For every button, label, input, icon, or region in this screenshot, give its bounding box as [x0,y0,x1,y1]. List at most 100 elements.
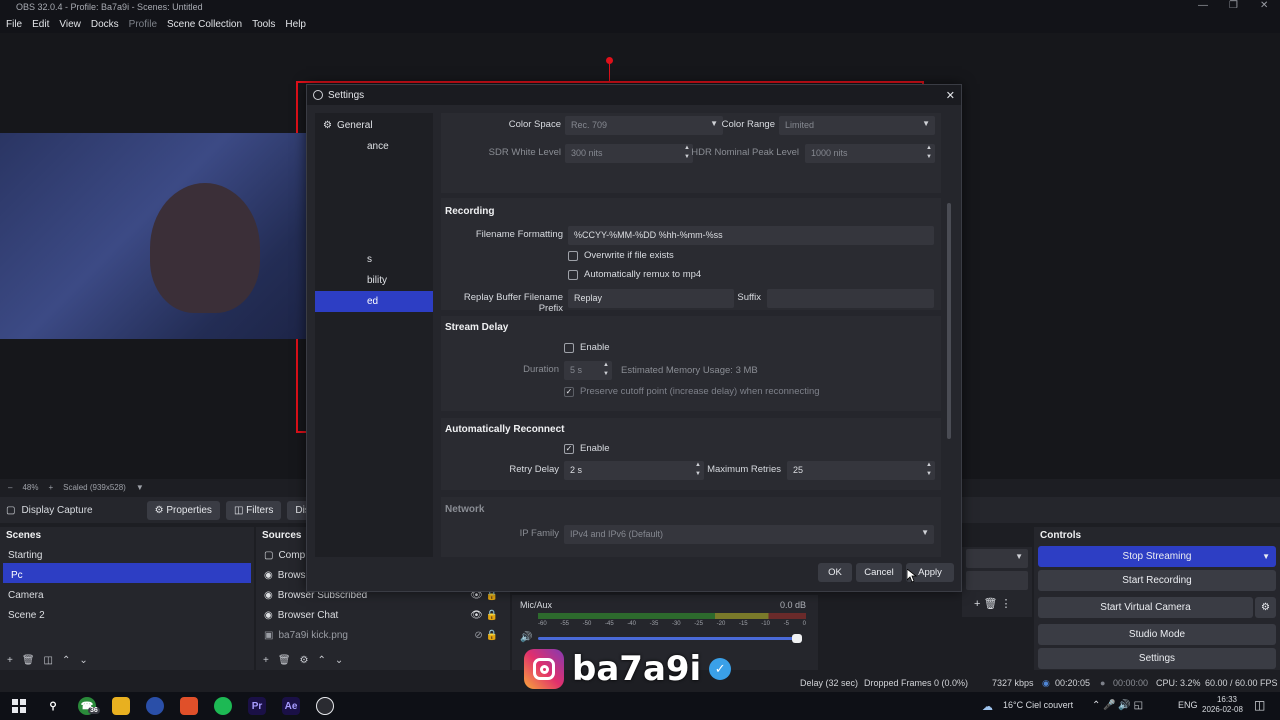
filename-formatting-input[interactable]: %CCYY-%MM-%DD %hh-%mm-%ss [568,226,934,245]
menu-scene-collection[interactable]: Scene Collection [167,19,242,30]
stream-icon: ◉ [1042,678,1050,688]
chrome-icon[interactable] [146,697,164,715]
nav-general[interactable]: ⚙ General [315,115,433,136]
zoom-in-icon[interactable]: + [48,483,53,492]
scene-item[interactable]: Scene 2 [0,603,254,623]
stream-delay-enable-checkbox[interactable]: Enable [564,342,610,353]
nav-advanced[interactable]: ed [315,291,433,312]
meter-tick: -60 [538,621,547,627]
eye-hidden-icon[interactable]: ⊘ 🔒 [474,630,498,641]
scene-item[interactable]: Pc [3,563,251,583]
menu-profile[interactable]: Profile [129,19,157,30]
stop-streaming-button[interactable]: Stop Streaming ▼ [1038,546,1276,567]
color-range-select[interactable]: Limited ▼ [779,116,935,135]
volume-slider-handle[interactable] [792,634,802,643]
gear-icon[interactable]: ⚙ [1255,597,1276,618]
nav-hotkeys[interactable]: s [315,249,433,270]
record-time: 00:00:00 [1113,678,1149,688]
cloud-icon: ☁ [982,701,993,713]
overwrite-checkbox[interactable]: Overwrite if file exists [568,250,674,261]
sdr-white-spinbox[interactable]: 300 nits ▲ ▼ [565,144,693,163]
minimize-icon[interactable]: — [1198,0,1208,11]
chevron-down-icon: ▼ [921,528,929,537]
start-virtual-camera-button[interactable]: Start Virtual Camera [1038,597,1253,618]
reconnect-enable-checkbox[interactable]: ✓ Enable [564,443,610,454]
properties-button[interactable]: ⚙ Properties [146,500,220,520]
language-indicator[interactable]: ENG [1178,700,1198,710]
premiere-icon[interactable]: Pr [248,697,266,715]
remux-label: Automatically remux to mp4 [584,269,702,280]
suffix-input[interactable] [767,289,934,308]
close-icon[interactable]: ✕ [946,89,955,102]
filter-icon[interactable]: ◫ [44,655,53,666]
settings-button[interactable]: Settings [1038,648,1276,669]
filters-button[interactable]: ◫ Filters [225,500,282,520]
cancel-button[interactable]: Cancel [856,563,902,582]
arrow-down-icon[interactable]: ⌄ [79,655,87,666]
trash-icon[interactable]: 🗑 [278,655,291,666]
maximize-icon[interactable]: ❐ [1229,0,1238,11]
suffix-label: Suffix [737,292,761,303]
spotify-icon[interactable] [214,697,232,715]
after-effects-icon[interactable]: Ae [282,697,300,715]
preserve-cutoff-checkbox[interactable]: ✓ Preserve cutoff point (increase delay) … [564,386,820,397]
retry-delay-spinbox[interactable]: 2 s ▲ ▼ [564,461,704,480]
whatsapp-icon[interactable]: ☎ 36 [78,697,100,715]
studio-mode-button[interactable]: Studio Mode [1038,624,1276,645]
gear-icon[interactable]: ⚙ [300,655,309,666]
ok-button[interactable]: OK [818,563,852,582]
speaker-icon[interactable]: 🔊 [520,632,532,643]
color-space-select[interactable]: Rec. 709 ▼ [565,116,723,135]
globe-icon: ◉ [264,570,273,581]
menu-view[interactable]: View [59,19,81,30]
source-item[interactable]: ◉ Browser Chat 👁 🔒 [256,603,510,623]
zoom-out-icon[interactable]: – [8,483,12,492]
close-icon[interactable]: ✕ [1260,0,1268,11]
eye-icon[interactable]: 👁 🔒 [470,610,498,621]
settings-scrollbar[interactable] [947,203,951,439]
prefix-input[interactable]: Replay [568,289,734,308]
scene-item[interactable]: Camera [0,583,254,603]
volume-slider[interactable] [538,637,800,640]
arrow-down-icon[interactable]: ⌄ [335,655,343,666]
nav-accessibility[interactable]: bility [315,270,433,291]
menu-edit[interactable]: Edit [32,19,49,30]
search-icon[interactable]: ⚲ [44,697,62,715]
chevron-down-icon[interactable]: ▼ [136,483,144,492]
chevron-down-icon[interactable]: ▼ [1262,552,1270,561]
menu-docks[interactable]: Docks [91,19,119,30]
start-recording-button[interactable]: Start Recording [1038,570,1276,591]
menu-tools[interactable]: Tools [252,19,275,30]
transition-select[interactable]: ▼ [966,549,1028,568]
trash-icon[interactable]: 🗑 [22,655,35,666]
remux-checkbox[interactable]: Automatically remux to mp4 [568,269,701,280]
menu-help[interactable]: Help [285,19,306,30]
add-icon[interactable]: + 🗑 ⋮ [974,597,1012,610]
duration-spinbox[interactable]: 5 s ▲ ▼ [564,361,612,380]
checkbox-box [568,269,578,280]
add-icon[interactable]: + [7,655,13,666]
meter-tick: -5 [783,621,789,627]
arrow-up-icon[interactable]: ⌃ [62,655,70,666]
meter-tick: -55 [560,621,569,627]
system-tray-icons[interactable]: ⌃ 🎤 🔊 ◱ [1092,700,1143,711]
windows-start-icon[interactable] [10,697,28,715]
arrow-up-icon[interactable]: ⌃ [318,655,326,666]
obs-icon[interactable] [316,697,334,715]
clock-time[interactable]: 16:33 [1212,695,1242,704]
file-explorer-icon[interactable] [112,697,130,715]
max-retries-spinbox[interactable]: 25 ▲ ▼ [787,461,935,480]
max-retries-label: Maximum Retries [707,464,781,475]
hdr-peak-spinbox[interactable]: 1000 nits ▲ ▼ [805,144,935,163]
brave-icon[interactable] [180,697,198,715]
source-item[interactable]: ▣ ba7a9i kick.png ⊘ 🔒 [256,623,510,643]
menu-file[interactable]: File [6,19,22,30]
add-icon[interactable]: + [263,655,269,666]
clock-date[interactable]: 2026-02-08 [1202,705,1243,714]
nav-appearance[interactable]: ance [315,136,433,157]
duration-spinbox[interactable] [966,571,1028,590]
scene-item[interactable]: Starting [0,543,254,563]
ip-family-select[interactable]: IPv4 and IPv6 (Default) ▼ [564,525,934,544]
notification-icon[interactable]: ◫ [1254,698,1265,712]
fps: 60.00 / 60.00 FPS [1205,678,1278,688]
